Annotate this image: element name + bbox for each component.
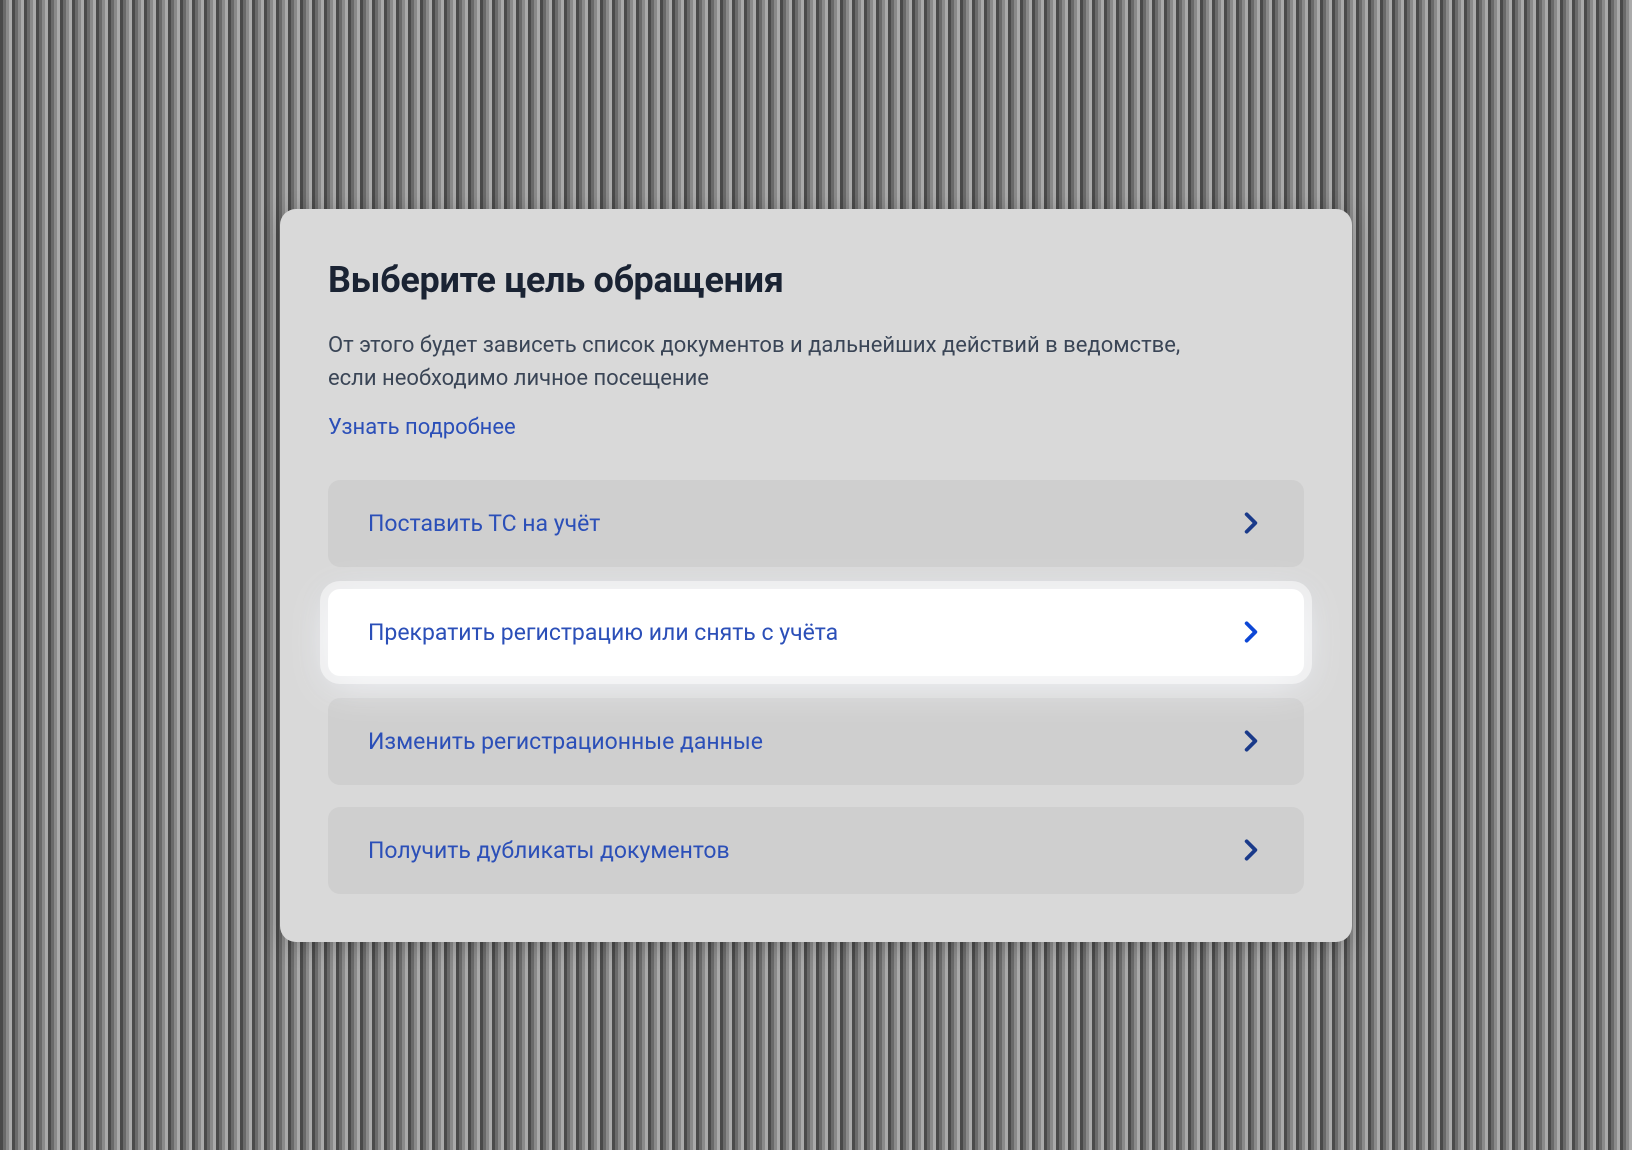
learn-more-link[interactable]: Узнать подробнее bbox=[328, 415, 516, 440]
page-description: От этого будет зависеть список документо… bbox=[328, 329, 1228, 395]
dialog-card: Выберите цель обращения От этого будет з… bbox=[280, 209, 1352, 942]
chevron-right-icon bbox=[1238, 619, 1264, 645]
option-label: Прекратить регистрацию или снять с учёта bbox=[368, 619, 838, 646]
option-label: Изменить регистрационные данные bbox=[368, 728, 763, 755]
chevron-right-icon bbox=[1238, 510, 1264, 536]
option-get-duplicates[interactable]: Получить дубликаты документов bbox=[328, 807, 1304, 894]
chevron-right-icon bbox=[1238, 728, 1264, 754]
option-change-registration-data[interactable]: Изменить регистрационные данные bbox=[328, 698, 1304, 785]
options-list: Поставить ТС на учёт Прекратить регистра… bbox=[328, 480, 1304, 894]
option-terminate-registration[interactable]: Прекратить регистрацию или снять с учёта bbox=[328, 589, 1304, 676]
option-label: Получить дубликаты документов bbox=[368, 837, 730, 864]
option-label: Поставить ТС на учёт bbox=[368, 510, 600, 537]
option-register-vehicle[interactable]: Поставить ТС на учёт bbox=[328, 480, 1304, 567]
chevron-right-icon bbox=[1238, 837, 1264, 863]
page-title: Выберите цель обращения bbox=[328, 259, 1304, 301]
